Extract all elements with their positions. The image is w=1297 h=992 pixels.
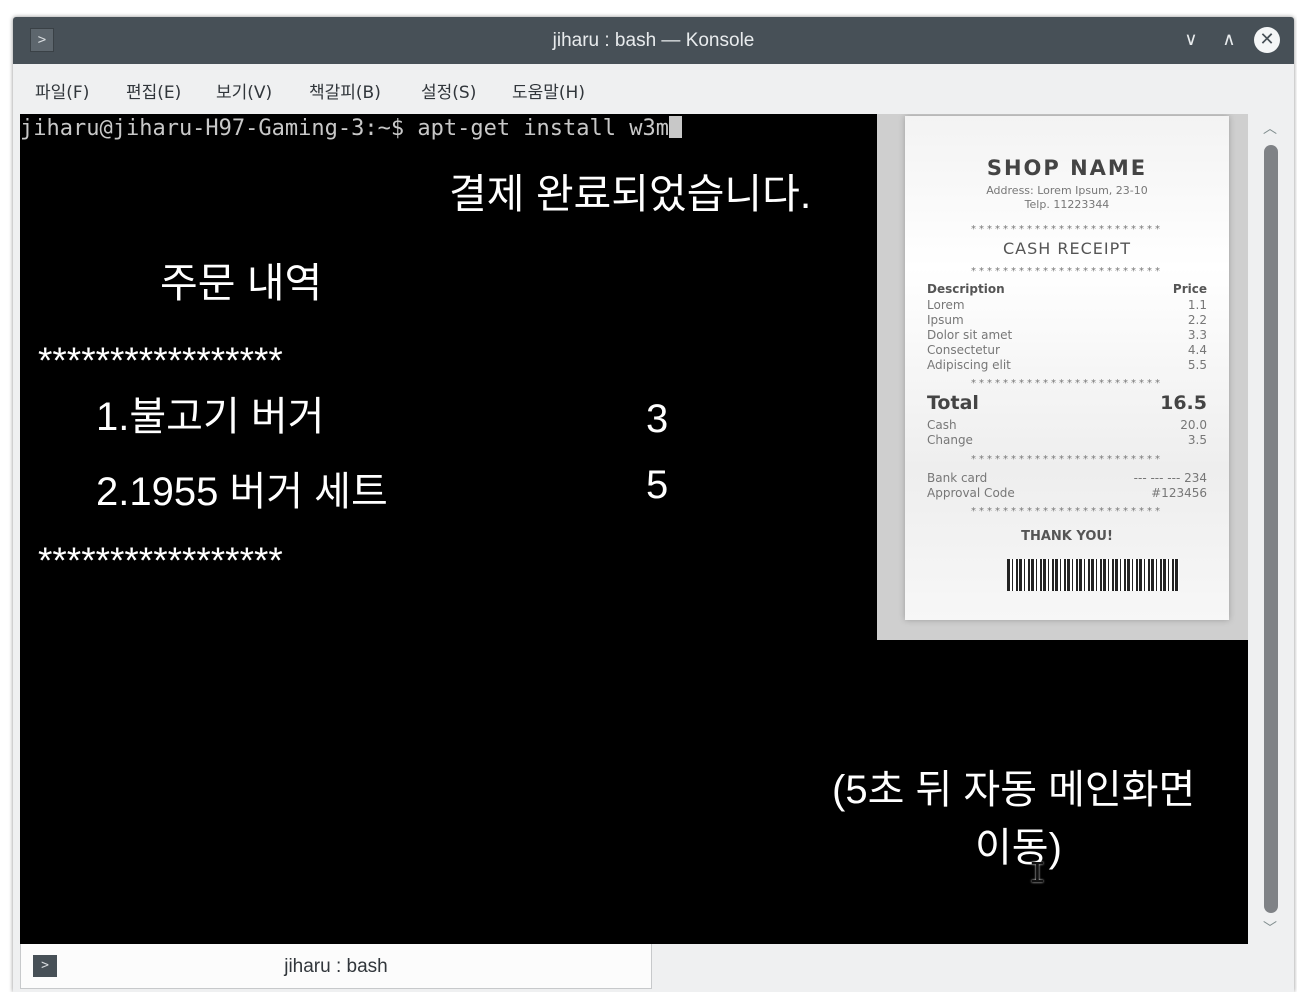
receipt-telp: Telp. 11223344 bbox=[1024, 198, 1110, 211]
receipt-line-desc: Consectetur bbox=[927, 343, 1000, 357]
menu-view[interactable]: 보기(V) bbox=[216, 78, 272, 103]
receipt-col-description: Description bbox=[927, 282, 1005, 296]
maximize-button[interactable]: ∧ bbox=[1216, 27, 1242, 53]
receipt-line-desc: Ipsum bbox=[927, 313, 964, 327]
receipt-line: Consectetur 4.4 bbox=[927, 343, 1207, 357]
terminal-prompt-line: jiharu@jiharu-H97-Gaming-3:~$ apt-get in… bbox=[20, 114, 683, 144]
menu-file[interactable]: 파일(F) bbox=[35, 78, 89, 103]
order-separator-top: ***************** bbox=[38, 340, 283, 381]
scrollbar-thumb[interactable] bbox=[1264, 145, 1278, 913]
receipt-bank-label: Bank card bbox=[927, 471, 988, 485]
scroll-up-icon[interactable]: ︿ bbox=[1253, 118, 1287, 138]
text-cursor bbox=[669, 116, 683, 138]
receipt-divider: ************************ bbox=[971, 224, 1163, 235]
receipt-header-row: Description Price bbox=[927, 282, 1207, 296]
receipt-cash-label: Cash bbox=[927, 418, 957, 432]
window-title: jiharu : bash — Konsole bbox=[552, 30, 755, 51]
order-item-qty: 3 bbox=[646, 397, 669, 441]
receipt-line-price: 5.5 bbox=[1187, 358, 1207, 372]
receipt-approval-row: Approval Code #123456 bbox=[927, 486, 1207, 500]
text-cursor-ibeam-icon: I bbox=[1029, 856, 1046, 889]
barcode-icon bbox=[1007, 559, 1179, 591]
prompt-text: jiharu@jiharu-H97-Gaming-3:~$ apt-get in… bbox=[20, 116, 670, 141]
receipt-address: Address: Lorem Ipsum, 23-10 bbox=[986, 184, 1148, 197]
receipt-approval-label: Approval Code bbox=[927, 486, 1015, 500]
title-bar[interactable]: > jiharu : bash — Konsole ∨ ∧ ✕ bbox=[13, 17, 1294, 64]
menu-bookmarks[interactable]: 책갈피(B) bbox=[309, 78, 381, 103]
receipt-divider: ************************ bbox=[971, 454, 1163, 465]
receipt-cash-row: Cash 20.0 bbox=[927, 418, 1207, 432]
payment-complete-message: 결제 완료되었습니다. bbox=[449, 171, 812, 217]
receipt-line-price: 1.1 bbox=[1187, 298, 1207, 312]
receipt-line-desc: Dolor sit amet bbox=[927, 328, 1013, 342]
receipt-bank-value: --- --- --- 234 bbox=[1133, 471, 1207, 485]
receipt-line-price: 2.2 bbox=[1187, 313, 1207, 327]
receipt-shop-name: SHOP NAME bbox=[986, 156, 1148, 180]
receipt-divider: ************************ bbox=[971, 266, 1163, 277]
menu-help[interactable]: 도움말(H) bbox=[512, 78, 585, 103]
scroll-down-icon[interactable]: ﹀ bbox=[1253, 918, 1287, 938]
vertical-scrollbar[interactable]: ︿ ﹀ bbox=[1253, 114, 1287, 944]
menu-bar: 파일(F) 편집(E) 보기(V) 책갈피(B) 설정(S) 도움말(H) bbox=[13, 64, 1294, 114]
receipt-cash-value: 20.0 bbox=[1180, 418, 1207, 432]
receipt-line: Ipsum 2.2 bbox=[927, 313, 1207, 327]
menu-settings[interactable]: 설정(S) bbox=[421, 78, 476, 103]
receipt-divider: ************************ bbox=[971, 378, 1163, 389]
receipt-total-label: Total bbox=[927, 392, 979, 414]
receipt-line: Adipiscing elit 5.5 bbox=[927, 358, 1207, 372]
terminal-area[interactable]: jiharu@jiharu-H97-Gaming-3:~$ apt-get in… bbox=[20, 114, 1248, 944]
receipt-divider: ************************ bbox=[971, 506, 1163, 517]
receipt-total-row: Total 16.5 bbox=[927, 392, 1207, 414]
order-item-name: 2.1955 버거 세트 bbox=[96, 470, 388, 514]
receipt-line-desc: Adipiscing elit bbox=[927, 358, 1011, 372]
order-title: 주문 내역 bbox=[160, 260, 323, 306]
tab-bash[interactable]: > jiharu : bash bbox=[20, 944, 652, 989]
receipt-line: Lorem 1.1 bbox=[927, 298, 1207, 312]
receipt-heading: CASH RECEIPT bbox=[1002, 239, 1132, 258]
receipt-change-row: Change 3.5 bbox=[927, 433, 1207, 447]
receipt-image: SHOP NAME Address: Lorem Ipsum, 23-10 Te… bbox=[877, 114, 1248, 640]
receipt-line-price: 4.4 bbox=[1187, 343, 1207, 357]
receipt-total-value: 16.5 bbox=[1160, 392, 1207, 414]
auto-redirect-notice-line1: (5초 뒤 자동 메인화면 bbox=[832, 768, 1196, 812]
receipt-line-desc: Lorem bbox=[927, 298, 965, 312]
menu-edit[interactable]: 편집(E) bbox=[126, 78, 181, 103]
auto-redirect-notice-line2: 이동) bbox=[975, 826, 1062, 870]
receipt-change-value: 3.5 bbox=[1187, 433, 1207, 447]
close-button[interactable]: ✕ bbox=[1254, 27, 1280, 53]
receipt-col-price: Price bbox=[1172, 282, 1207, 296]
order-separator-bottom: ***************** bbox=[38, 540, 283, 581]
order-item-name: 1.불고기 버거 bbox=[96, 395, 325, 439]
order-item-qty: 5 bbox=[646, 463, 669, 507]
receipt-line-price: 3.3 bbox=[1187, 328, 1207, 342]
receipt-thanks: THANK YOU! bbox=[1021, 529, 1113, 544]
minimize-button[interactable]: ∨ bbox=[1178, 27, 1204, 53]
tab-label: jiharu : bash bbox=[284, 956, 388, 977]
receipt-change-label: Change bbox=[927, 433, 973, 447]
receipt-paper: SHOP NAME Address: Lorem Ipsum, 23-10 Te… bbox=[905, 116, 1229, 620]
receipt-line: Dolor sit amet 3.3 bbox=[927, 328, 1207, 342]
receipt-bank-row: Bank card --- --- --- 234 bbox=[927, 471, 1207, 485]
konsole-window: > jiharu : bash — Konsole ∨ ∧ ✕ 파일(F) 편집… bbox=[13, 17, 1294, 992]
tab-bar: > jiharu : bash bbox=[13, 944, 1294, 992]
receipt-approval-value: #123456 bbox=[1151, 486, 1207, 500]
